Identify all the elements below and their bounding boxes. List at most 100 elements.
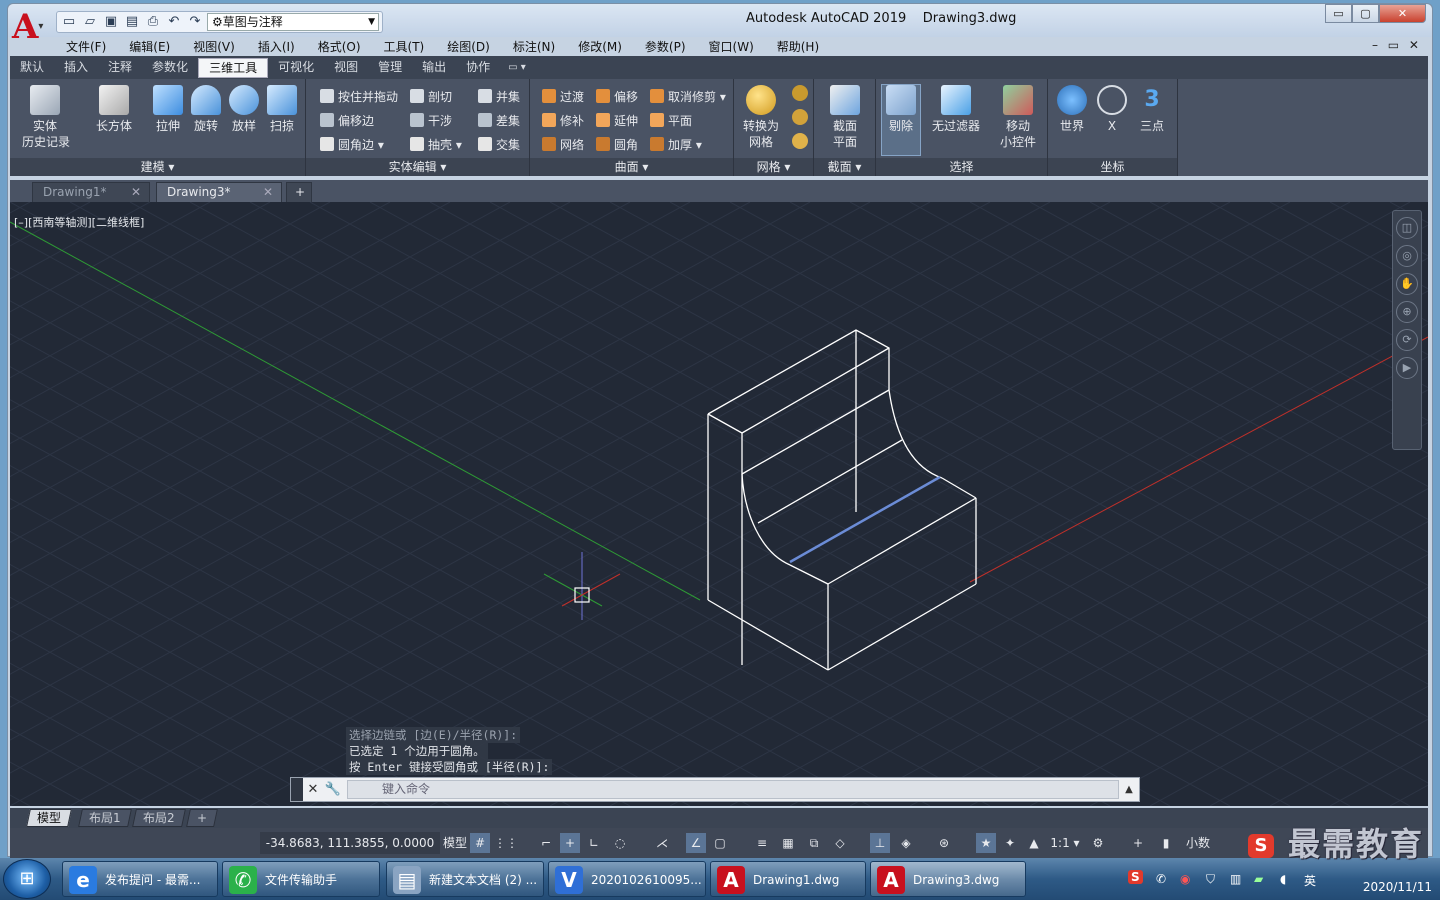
menu-item[interactable]: 修改(M) [570,38,630,58]
menu-item[interactable]: 标注(N) [505,38,563,58]
orbit-icon[interactable]: ⟳ [1396,329,1418,351]
units-icon[interactable]: ▮ [1156,833,1176,853]
network-icon[interactable]: ▥ [1230,872,1241,886]
loft-button[interactable]: 放样 [224,85,264,134]
ribbon-small-button[interactable]: 干涉 [410,109,452,131]
add-layout-button[interactable]: + [186,809,218,827]
taskbar-item[interactable]: A Drawing3.dwg [870,861,1026,897]
new-icon[interactable]: ▭ [60,14,78,30]
wechat-tray-icon[interactable]: ✆ [1156,872,1166,886]
save-icon[interactable]: ▣ [102,14,120,30]
convert-to-mesh-button[interactable]: 转换为 网格 [740,85,782,150]
doc-tab-drawing1[interactable]: Drawing1* ✕ [32,182,150,202]
taskbar-item[interactable]: ▤ 新建文本文档 (2) ... [386,861,544,897]
menu-item[interactable]: 帮助(H) [769,38,827,58]
layout-tab-layout1[interactable]: 布局1 [78,809,132,827]
move-gizmo-button[interactable]: 移动 小控件 [994,85,1042,150]
undo-icon[interactable]: ↶ [165,14,183,30]
object-snap-tracking-icon[interactable]: ∠ [686,833,706,853]
menu-item[interactable]: 视图(V) [185,38,243,58]
ribbon-tab[interactable]: 视图 [324,58,368,78]
ribbon-tab[interactable]: 管理 [368,58,412,78]
workspace-gear-icon[interactable]: ⚙ [1088,833,1108,853]
annotation-scale-icon[interactable]: ▲ [1024,833,1044,853]
auto-scale-icon[interactable]: ✦ [1000,833,1020,853]
dynamic-ucs-icon[interactable]: ⊥ [870,833,890,853]
extrude-button[interactable]: 拉伸 [148,85,188,134]
ribbon-tab[interactable]: 默认 [10,58,54,78]
selection-filter-icon[interactable]: ◈ [896,833,916,853]
panel-label-mesh[interactable]: 网格 ▾ [734,158,813,176]
viewport-controls-label[interactable]: [–][西南等轴测][二维线框] [14,214,144,230]
close-icon[interactable]: ✕ [303,782,323,797]
print-icon[interactable]: ⎙ [144,14,162,30]
ribbon-tab[interactable]: 可视化 [268,58,324,78]
weibo-tray-icon[interactable]: ◉ [1180,872,1190,886]
annotation-scale-value[interactable]: 1:1 ▾ [1048,833,1082,853]
ribbon-small-button[interactable]: 修补 [542,109,584,131]
taskbar-item[interactable]: ✆ 文件传输助手 [222,861,380,897]
ribbon-small-button[interactable]: 偏移 [596,85,638,107]
revolve-button[interactable]: 旋转 [186,85,226,134]
save-as-icon[interactable]: ▤ [123,14,141,30]
steering-wheel-icon[interactable]: ◎ [1396,245,1418,267]
model-space-toggle[interactable]: 模型 [442,833,468,853]
menu-item[interactable]: 文件(F) [58,38,114,58]
annotation-monitor-icon[interactable]: + [1128,833,1148,853]
doc-tab-drawing3[interactable]: Drawing3* ✕ [156,182,282,202]
grid-icon[interactable]: # [470,833,490,853]
annotation-visibility-icon[interactable]: ★ [976,833,996,853]
volume-icon[interactable]: ◖ [1280,872,1286,886]
layout-tab-layout2[interactable]: 布局2 [132,809,186,827]
minimize-button[interactable]: ▭ [1325,4,1352,23]
zoom-icon[interactable]: ⊕ [1396,301,1418,323]
panel-label-surface[interactable]: 曲面 ▾ [530,158,733,176]
ucs-world-button[interactable]: 世界 [1054,85,1090,134]
object-snap-icon[interactable]: ▢ [710,833,730,853]
new-doc-tab-button[interactable]: + [286,182,312,202]
sogou-ime-icon[interactable]: S [1128,870,1143,884]
panel-label-solid-edit[interactable]: 实体编辑 ▾ [306,158,529,176]
redo-icon[interactable]: ↷ [186,14,204,30]
taskbar-item[interactable]: e 发布提问 - 最需... [62,861,218,897]
view-cube-icon[interactable]: ◫ [1396,217,1418,239]
showmotion-icon[interactable]: ▶ [1396,357,1418,379]
transparency-icon[interactable]: ▦ [778,833,798,853]
mesh-crease-icon[interactable] [792,133,808,149]
ribbon-small-button[interactable]: 并集 [478,85,520,107]
menu-item[interactable]: 格式(O) [310,38,369,58]
ribbon-small-button[interactable]: 偏移边 [320,109,374,131]
dynamic-input-icon[interactable]: + [560,833,580,853]
ucs-3point-button[interactable]: 3 三点 [1134,85,1170,134]
close-button[interactable]: ✕ [1379,4,1426,23]
ribbon-small-button[interactable]: 延伸 [596,109,638,131]
menu-item[interactable]: 参数(P) [637,38,694,58]
selection-cycling-icon[interactable]: ⧉ [804,833,824,853]
box-button[interactable]: 长方体 [94,85,134,134]
gizmo-toggle-icon[interactable]: ⊛ [934,833,954,853]
ribbon-small-button[interactable]: 取消修剪 ▾ [650,85,726,107]
command-line-grip[interactable] [291,778,303,801]
workspace-selector[interactable]: ⚙草图与注释 ▼ [207,13,379,31]
ribbon-tab[interactable]: 输出 [412,58,456,78]
menu-item[interactable]: 绘图(D) [439,38,498,58]
ribbon-small-button[interactable]: 圆角边 ▾ [320,133,384,155]
ribbon-small-button[interactable]: 差集 [478,109,520,131]
ribbon-small-button[interactable]: 圆角 [596,133,638,155]
ribbon-small-button[interactable]: 剖切 [410,85,452,107]
panel-label-section[interactable]: 截面 ▾ [814,158,875,176]
menu-item[interactable]: 工具(T) [376,38,433,58]
snap-icon[interactable]: ⋮⋮ [494,833,518,853]
open-icon[interactable]: ▱ [81,14,99,30]
menu-item[interactable]: 插入(I) [250,38,303,58]
taskbar-item[interactable]: V 2020102610095... [548,861,706,897]
command-input[interactable]: 键入命令 [347,780,1119,799]
panel-label-modeling[interactable]: 建模 ▾ [10,158,305,176]
culling-button[interactable]: 剔除 [881,84,921,156]
taskbar-item[interactable]: A Drawing1.dwg [710,861,866,897]
ortho-icon[interactable]: ∟ [584,833,604,853]
no-filter-button[interactable]: 无过滤器 [928,85,984,134]
mesh-refine-icon[interactable] [792,109,808,125]
drawing-viewport[interactable]: [–][西南等轴测][二维线框] ◫ ◎ ✋ ⊕ ⟳ ▶ [10,202,1428,806]
infer-icon[interactable]: ⌐ [536,833,556,853]
